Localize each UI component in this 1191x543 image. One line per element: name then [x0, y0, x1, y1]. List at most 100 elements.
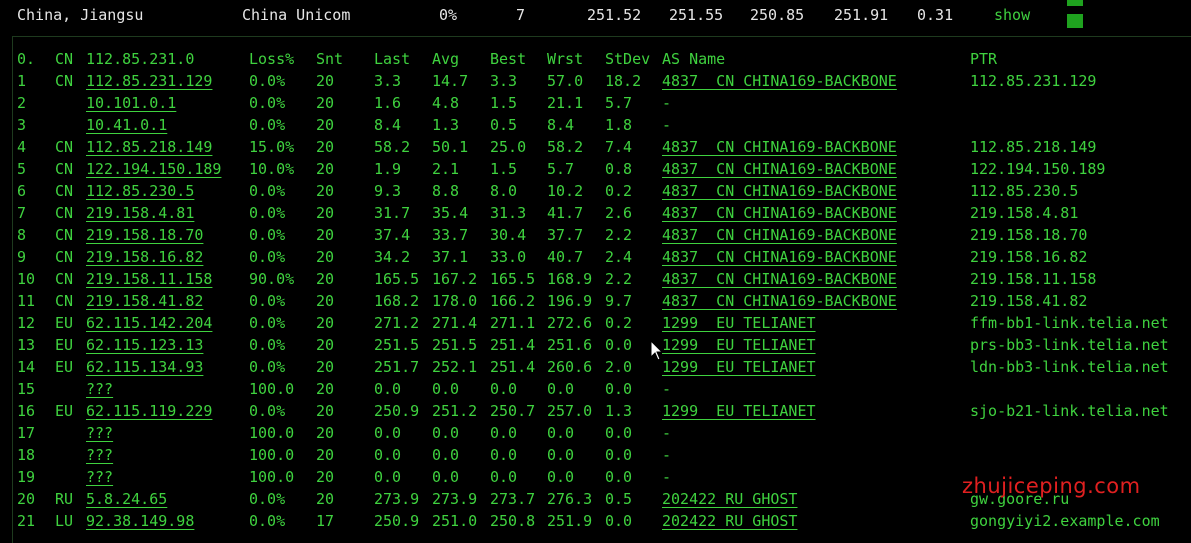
avg-value: 167.2 [432, 270, 478, 288]
as-name[interactable]: 202422 RU GHOST [662, 488, 797, 510]
sent-value: 20 [316, 490, 335, 508]
stdev-value: 2.2 [605, 270, 633, 288]
avg-value: 251.2 [432, 402, 478, 420]
as-name[interactable]: 4837 CN CHINA169-BACKBONE [662, 290, 897, 312]
hop-ip[interactable]: 112.85.230.5 [86, 180, 194, 202]
hop-ip[interactable]: 10.41.0.1 [86, 114, 167, 136]
loss-value: 0.0% [249, 358, 286, 376]
stdev-value: 2.4 [605, 248, 633, 266]
last-value: 273.9 [374, 490, 420, 508]
as-name[interactable]: 202422 RU GHOST [662, 510, 797, 532]
country-code: LU [55, 512, 74, 530]
sent-value: 20 [316, 138, 335, 156]
as-name[interactable]: 4837 CN CHINA169-BACKBONE [662, 246, 897, 268]
hop-ip[interactable]: 5.8.24.65 [86, 488, 167, 510]
hop-ip[interactable]: 62.115.142.204 [86, 312, 212, 334]
hop-ip[interactable]: ??? [86, 378, 113, 400]
hop-ip[interactable]: ??? [86, 422, 113, 444]
as-name[interactable]: 4837 CN CHINA169-BACKBONE [662, 268, 897, 290]
avg-value: 2.1 [432, 160, 460, 178]
hop-ip[interactable]: ??? [86, 444, 113, 466]
loss-value: 0.0% [249, 94, 286, 112]
as-name[interactable]: 1299 EU TELIANET [662, 400, 816, 422]
as-name[interactable]: 4837 CN CHINA169-BACKBONE [662, 70, 897, 92]
as-name[interactable]: 1299 EU TELIANET [662, 312, 816, 334]
as-name[interactable]: 4837 CN CHINA169-BACKBONE [662, 180, 897, 202]
hop-ip[interactable]: 92.38.149.98 [86, 510, 194, 532]
ptr-value: 219.158.4.81 [970, 204, 1079, 222]
avg-value: 0.0 [432, 380, 460, 398]
as-name[interactable]: 4837 CN CHINA169-BACKBONE [662, 158, 897, 180]
hop-ip[interactable]: 122.194.150.189 [86, 158, 221, 180]
worst-value: 8.4 [547, 116, 575, 134]
sent-value: 20 [316, 358, 335, 376]
hop-number: 9 [17, 248, 27, 266]
hop-ip[interactable]: 10.101.0.1 [86, 92, 176, 114]
as-name[interactable]: 1299 EU TELIANET [662, 356, 816, 378]
hop-ip[interactable]: 112.85.231.129 [86, 70, 212, 92]
country-code: CN [55, 292, 74, 310]
last-value: 58.2 [374, 138, 411, 156]
stdev-value: 0.2 [605, 314, 633, 332]
table-row: 4 CN 112.85.218.149 15.0% 20 58.2 50.1 25.0 58.2… [13, 136, 1191, 158]
last-value: 251.7 [374, 358, 420, 376]
mtr-report-panel: 0. CN 112.85.231.0 Loss% Snt Last Avg Be… [12, 36, 1191, 543]
hop-number: 16 [17, 402, 36, 420]
country-code: RU [55, 490, 74, 508]
best-value: 166.2 [490, 292, 536, 310]
as-name[interactable]: 4837 CN CHINA169-BACKBONE [662, 202, 897, 224]
hop-ip[interactable]: 62.115.134.93 [86, 356, 203, 378]
sent-value: 20 [316, 380, 335, 398]
last-value: 250.9 [374, 402, 420, 420]
worst-value: 41.7 [547, 204, 584, 222]
hop-number: 1 [17, 72, 27, 90]
as-name: - [662, 424, 672, 442]
hop-ip[interactable]: 219.158.18.70 [86, 224, 203, 246]
ptr-value: 122.194.150.189 [970, 160, 1106, 178]
sent-value: 20 [316, 314, 335, 332]
sent-value: 20 [316, 424, 335, 442]
sent-value: 20 [316, 248, 335, 266]
ptr-value: 219.158.11.158 [970, 270, 1097, 288]
stdev-value: 2.2 [605, 226, 633, 244]
table-row: 1 CN 112.85.231.129 0.0% 20 3.3 14.7 3.3 57.0 18.… [13, 70, 1191, 92]
avg-value: 251.5 [432, 336, 478, 354]
hop-ip[interactable]: ??? [86, 466, 113, 488]
as-name[interactable]: 1299 EU TELIANET [662, 334, 816, 356]
avg-value: 0.0 [432, 468, 460, 486]
hop-ip[interactable]: 219.158.4.81 [86, 202, 194, 224]
table-row: 18??? 100.0 20 0.0 0.0 0.0 0.0 0.0 - [13, 444, 1191, 466]
table-row: 16 EU 62.115.119.229 0.0% 20 250.9 251.2 250.7 2… [13, 400, 1191, 422]
hop-number: 4 [17, 138, 27, 156]
best-value: 30.4 [490, 226, 527, 244]
as-name[interactable]: 4837 CN CHINA169-BACKBONE [662, 224, 897, 246]
hop-ip[interactable]: 112.85.218.149 [86, 136, 212, 158]
show-link[interactable]: show [994, 6, 1030, 24]
country-code: EU [55, 336, 74, 354]
as-name: - [662, 94, 672, 112]
ptr-value: 219.158.16.82 [970, 248, 1088, 266]
hop-ip[interactable]: 62.115.123.13 [86, 334, 203, 356]
hop-ip[interactable]: 219.158.16.82 [86, 246, 203, 268]
hop-number: 17 [17, 424, 36, 442]
avg-value: 8.8 [432, 182, 460, 200]
best-value: 0.0 [490, 380, 518, 398]
last-value: 251.5 [374, 336, 420, 354]
avg-value: 37.1 [432, 248, 469, 266]
loss-value: 15.0% [249, 138, 295, 156]
hop-ip[interactable]: 62.115.119.229 [86, 400, 212, 422]
worst-value: 251.9 [547, 512, 593, 530]
hop-number: 18 [17, 446, 36, 464]
ptr-value: 112.85.218.149 [970, 138, 1097, 156]
hop-ip[interactable]: 219.158.41.82 [86, 290, 203, 312]
as-name[interactable]: 4837 CN CHINA169-BACKBONE [662, 136, 897, 158]
summary-loss: 0% [439, 6, 458, 24]
header-last: Last [374, 50, 411, 68]
sent-value: 20 [316, 292, 335, 310]
best-value: 271.1 [490, 314, 536, 332]
hop-ip[interactable]: 219.158.11.158 [86, 268, 212, 290]
worst-value: 57.0 [547, 72, 584, 90]
country-code: CN [55, 182, 74, 200]
worst-value: 5.7 [547, 160, 575, 178]
as-name: - [662, 380, 672, 398]
